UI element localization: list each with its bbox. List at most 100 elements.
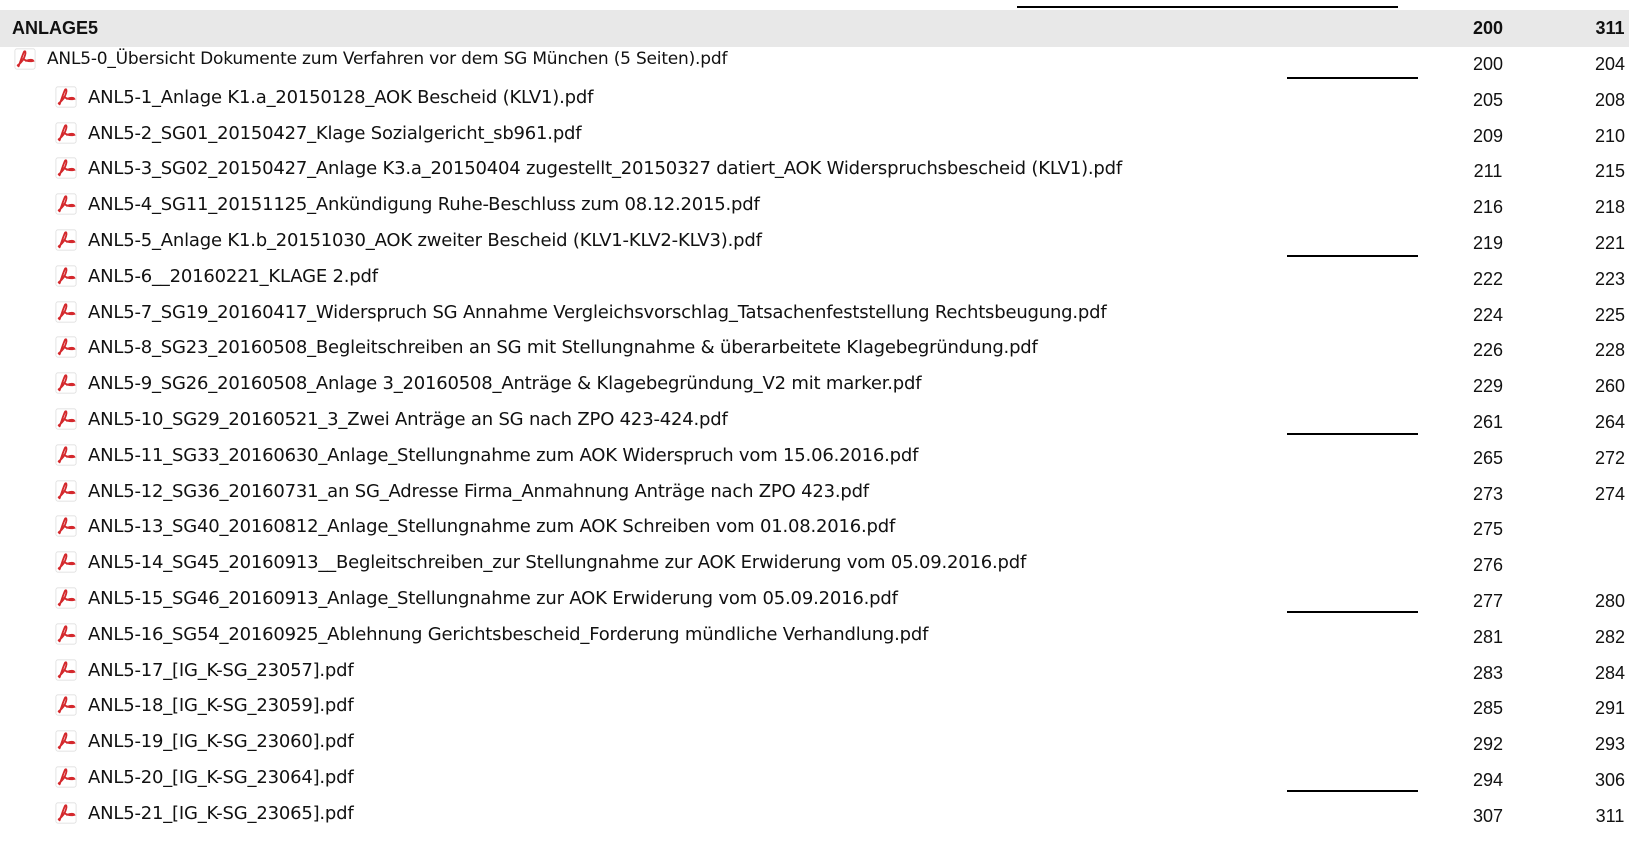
pdf-file-icon <box>55 193 77 215</box>
pdf-file-icon <box>55 265 77 287</box>
start-page: 200 <box>1472 54 1504 74</box>
file-name[interactable]: ANL5-1_Anlage K1.a_20150128_AOK Bescheid… <box>88 87 593 108</box>
start-page: 211 <box>1473 161 1503 182</box>
file-row[interactable]: ANL5-8_SG23_20160508_Begleitschreiben an… <box>0 331 1629 368</box>
pdf-file-icon <box>55 802 77 824</box>
end-page: 223 <box>1594 268 1626 289</box>
file-name[interactable]: ANL5-5_Anlage K1.b_20151030_AOK zweiter … <box>88 230 762 251</box>
group-divider <box>1287 433 1418 435</box>
start-page: 281 <box>1472 626 1504 647</box>
file-name[interactable]: ANL5-20_[IG_K-SG_23064].pdf <box>88 767 354 788</box>
section-title: ANLAGE5 <box>12 18 99 38</box>
file-row[interactable]: ANL5-17_[IG_K-SG_23057].pdf 283 284 <box>0 654 1629 691</box>
file-name[interactable]: ANL5-9_SG26_20160508_Anlage 3_20160508_A… <box>88 373 922 394</box>
file-name[interactable]: ANL5-3_SG02_20150427_Anlage K3.a_2015040… <box>88 158 1122 179</box>
file-name[interactable]: ANL5-19_[IG_K-SG_23060].pdf <box>88 731 354 752</box>
top-divider <box>1017 6 1398 8</box>
start-page: 273 <box>1472 483 1504 504</box>
file-name[interactable]: ANL5-10_SG29_20160521_3_Zwei Anträge an … <box>88 409 728 430</box>
file-row[interactable]: ANL5-18_[IG_K-SG_23059].pdf 285 291 <box>0 689 1629 726</box>
start-page: 205 <box>1472 89 1504 110</box>
start-page: 226 <box>1472 340 1504 361</box>
start-page: 275 <box>1472 519 1504 540</box>
start-page: 292 <box>1472 734 1504 755</box>
file-name[interactable]: ANL5-13_SG40_20160812_Anlage_Stellungnah… <box>88 516 895 537</box>
file-row[interactable]: ANL5-9_SG26_20160508_Anlage 3_20160508_A… <box>0 367 1629 404</box>
section-start-page: 200 <box>1472 18 1504 38</box>
file-row[interactable]: ANL5-16_SG54_20160925_Ablehnung Gerichts… <box>0 618 1629 655</box>
file-name[interactable]: ANL5-21_[IG_K-SG_23065].pdf <box>88 803 354 824</box>
file-row[interactable]: ANL5-1_Anlage K1.a_20150128_AOK Bescheid… <box>0 81 1629 118</box>
file-row[interactable]: ANL5-21_[IG_K-SG_23065].pdf 307 311 <box>0 797 1629 834</box>
end-page: 272 <box>1594 447 1626 468</box>
end-page: 284 <box>1594 662 1626 683</box>
end-page: 228 <box>1594 340 1626 361</box>
section-header: ANLAGE5 200 311 <box>0 10 1629 47</box>
file-name[interactable]: ANL5-12_SG36_20160731_an SG_Adresse Firm… <box>88 481 869 502</box>
pdf-file-icon <box>55 587 77 609</box>
file-name[interactable]: ANL5-11_SG33_20160630_Anlage_Stellungnah… <box>88 445 918 466</box>
end-page: 311 <box>1595 805 1625 826</box>
start-page: 307 <box>1472 805 1504 826</box>
file-row[interactable]: ANL5-6__20160221_KLAGE 2.pdf 222 223 <box>0 260 1629 297</box>
file-name[interactable]: ANL5-7_SG19_20160417_Widerspruch SG Anna… <box>88 302 1107 323</box>
file-row[interactable]: ANL5-15_SG46_20160913_Anlage_Stellungnah… <box>0 582 1629 619</box>
file-name[interactable]: ANL5-15_SG46_20160913_Anlage_Stellungnah… <box>88 588 898 609</box>
file-name[interactable]: ANL5-0_Übersicht Dokumente zum Verfahren… <box>47 49 727 69</box>
start-page: 285 <box>1472 698 1504 719</box>
file-name[interactable]: ANL5-6__20160221_KLAGE 2.pdf <box>88 266 378 287</box>
pdf-file-icon <box>55 336 77 358</box>
start-page: 222 <box>1472 268 1504 289</box>
group-divider <box>1287 790 1418 792</box>
start-page: 216 <box>1472 197 1504 218</box>
start-page: 261 <box>1472 412 1504 432</box>
file-row[interactable]: ANL5-12_SG36_20160731_an SG_Adresse Firm… <box>0 475 1629 512</box>
end-page: 291 <box>1594 698 1626 719</box>
file-name[interactable]: ANL5-18_[IG_K-SG_23059].pdf <box>88 695 354 716</box>
file-row[interactable]: ANL5-3_SG02_20150427_Anlage K3.a_2015040… <box>0 152 1629 189</box>
end-page: 293 <box>1594 734 1626 755</box>
pdf-file-icon <box>55 86 77 108</box>
pdf-file-icon <box>55 444 77 466</box>
file-row[interactable]: ANL5-13_SG40_20160812_Anlage_Stellungnah… <box>0 510 1629 547</box>
file-row[interactable]: ANL5-4_SG11_20151125_Ankündigung Ruhe-Be… <box>0 188 1629 225</box>
file-name[interactable]: ANL5-8_SG23_20160508_Begleitschreiben an… <box>88 337 1038 358</box>
start-page: 209 <box>1472 125 1504 146</box>
file-name[interactable]: ANL5-14_SG45_20160913__Begleitschreiben_… <box>88 552 1026 573</box>
file-name[interactable]: ANL5-4_SG11_20151125_Ankündigung Ruhe-Be… <box>88 194 760 215</box>
end-page: 204 <box>1594 54 1626 74</box>
file-row[interactable]: ANL5-19_[IG_K-SG_23060].pdf 292 293 <box>0 725 1629 762</box>
end-page: 221 <box>1594 233 1626 253</box>
file-row[interactable]: ANL5-20_[IG_K-SG_23064].pdf 294 306 <box>0 761 1629 798</box>
pdf-file-icon <box>55 694 77 716</box>
file-name[interactable]: ANL5-17_[IG_K-SG_23057].pdf <box>88 660 354 681</box>
end-page: 306 <box>1594 770 1626 790</box>
file-row[interactable]: ANL5-7_SG19_20160417_Widerspruch SG Anna… <box>0 296 1629 333</box>
pdf-file-icon <box>55 372 77 394</box>
file-row[interactable]: ANL5-14_SG45_20160913__Begleitschreiben_… <box>0 546 1629 583</box>
end-page: 280 <box>1594 591 1626 611</box>
pdf-file-icon <box>55 659 77 681</box>
start-page: 229 <box>1472 376 1504 397</box>
start-page: 283 <box>1472 662 1504 683</box>
file-name[interactable]: ANL5-2_SG01_20150427_Klage Sozialgericht… <box>88 123 582 144</box>
file-name[interactable]: ANL5-16_SG54_20160925_Ablehnung Gerichts… <box>88 624 928 645</box>
end-page: 208 <box>1594 89 1626 110</box>
end-page: 260 <box>1594 376 1626 397</box>
pdf-file-icon <box>55 515 77 537</box>
start-page: 219 <box>1472 233 1504 253</box>
group-divider <box>1287 255 1418 257</box>
start-page: 276 <box>1472 555 1504 576</box>
file-row[interactable]: ANL5-11_SG33_20160630_Anlage_Stellungnah… <box>0 439 1629 476</box>
pdf-file-icon <box>55 623 77 645</box>
end-page: 218 <box>1594 197 1626 218</box>
pdf-file-icon <box>55 157 77 179</box>
group-divider <box>1287 611 1418 613</box>
pdf-file-icon <box>55 551 77 573</box>
file-row[interactable]: ANL5-2_SG01_20150427_Klage Sozialgericht… <box>0 117 1629 154</box>
pdf-file-icon <box>55 229 77 251</box>
group-divider <box>1287 77 1418 79</box>
pdf-file-icon <box>55 766 77 788</box>
start-page: 265 <box>1472 447 1504 468</box>
start-page: 277 <box>1472 591 1504 611</box>
